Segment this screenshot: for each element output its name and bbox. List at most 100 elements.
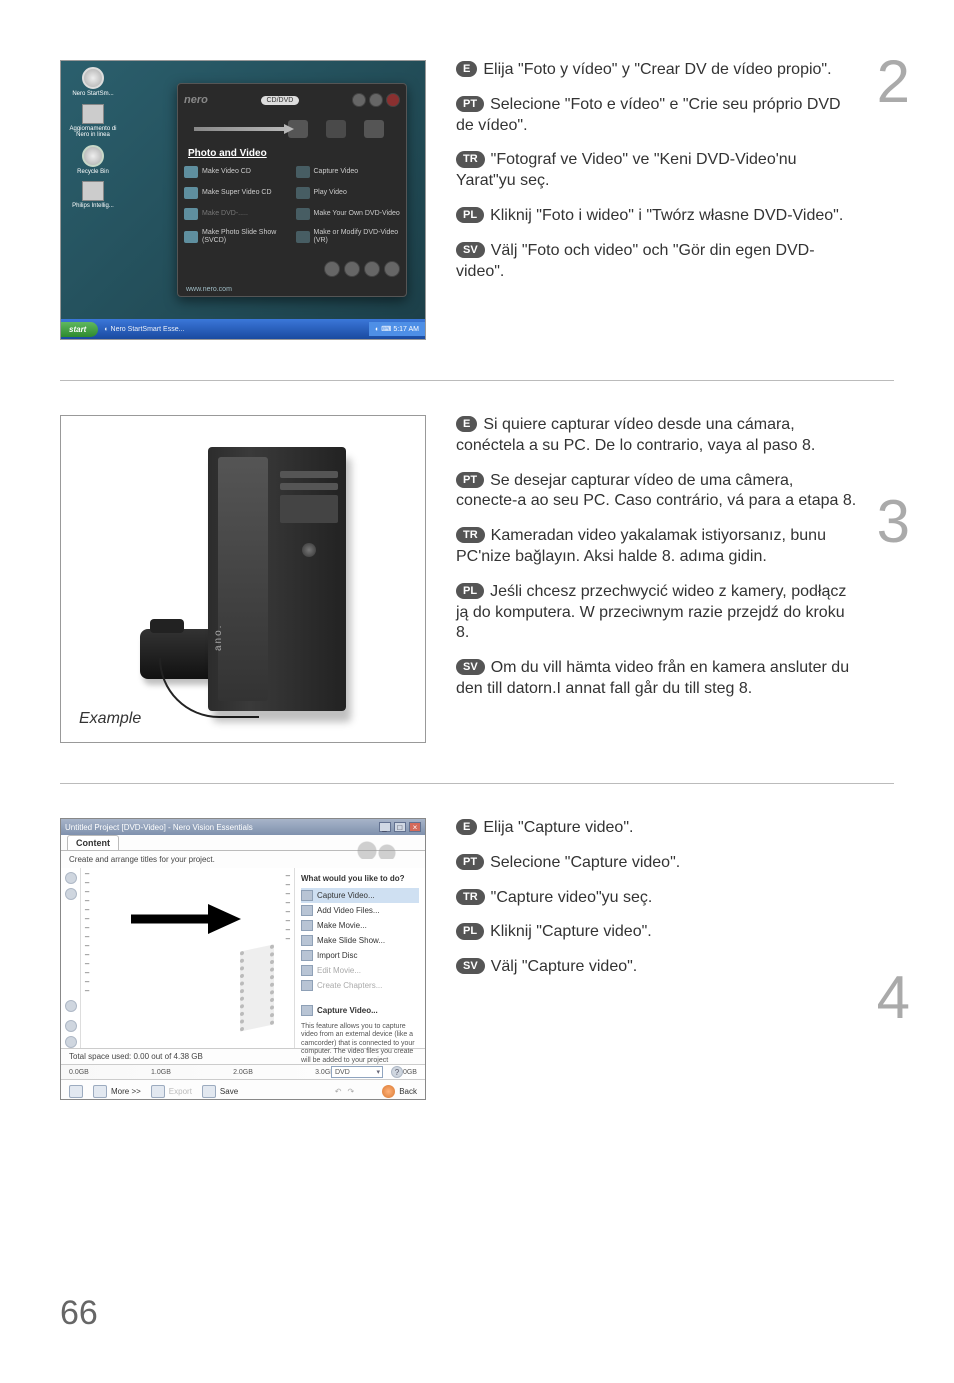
lang-pill-sv: SV <box>456 659 485 675</box>
lang-pill-pt: PT <box>456 472 484 488</box>
lang-pill-sv: SV <box>456 958 485 974</box>
menu-play-video[interactable]: Play Video <box>294 184 403 202</box>
space-scale: 0.0GB 1.0GB 2.0GB 3.0GB 4.0GB DVD ? <box>61 1064 425 1080</box>
redo-button[interactable]: ↷ <box>348 1087 355 1096</box>
window-titlebar: Untitled Project [DVD-Video] - Nero Visi… <box>61 819 425 835</box>
minimize-icon[interactable] <box>369 93 383 107</box>
section-title: Photo and Video <box>178 146 406 163</box>
menu-make-video-cd[interactable]: Make Video CD <box>182 163 291 181</box>
strip-icon[interactable] <box>65 1036 77 1048</box>
left-tool-strip <box>61 868 81 1048</box>
max-button[interactable]: □ <box>394 822 406 832</box>
separator-2 <box>60 783 894 784</box>
opt-import-disc[interactable]: Import Disc <box>301 948 419 963</box>
task-question: What would you like to do? <box>301 874 419 883</box>
step-2: Nero StartSm... Aggiornamento di Nero in… <box>60 60 894 340</box>
step-4-text: EElija "Capture video". PTSelecione "Cap… <box>456 818 894 992</box>
media-select[interactable]: DVD <box>331 1066 383 1078</box>
strip-icon[interactable] <box>65 888 77 900</box>
export-button: Export <box>151 1085 192 1098</box>
help-button[interactable]: ? <box>391 1066 403 1078</box>
page-number: 66 <box>60 1294 98 1333</box>
undo-button[interactable]: ↶ <box>335 1087 342 1096</box>
filmstrip-graphic <box>240 944 274 1031</box>
lang-pill-pl: PL <box>456 207 484 223</box>
nero-url[interactable]: www.nero.com <box>186 286 232 293</box>
strip-icon[interactable] <box>65 1000 77 1012</box>
step-4: Untitled Project [DVD-Video] - Nero Visi… <box>60 818 894 1100</box>
lang-pill-pt: PT <box>456 854 484 870</box>
content-area: ━━━━━━━━━━━━━━ ━━━━━━━━ <box>81 868 295 1048</box>
desktop-icon-update[interactable]: Aggiornamento di Nero in linea <box>67 104 119 139</box>
help-icon[interactable] <box>352 93 366 107</box>
step-number-2: 2 <box>877 52 910 112</box>
decorative-discs <box>349 839 419 859</box>
strip-icon[interactable] <box>65 1020 77 1032</box>
separator-1 <box>60 380 894 381</box>
menu-make-svcd[interactable]: Make Super Video CD <box>182 184 291 202</box>
opt-add-files[interactable]: Add Video Files... <box>301 903 419 918</box>
slideshow-icon <box>301 935 313 946</box>
menu-make-own-dvd[interactable]: Make Your Own DVD-Video <box>294 205 403 223</box>
desktop-icon-philips[interactable]: Philips Intellig... <box>67 181 119 210</box>
bottom-icon-1[interactable] <box>324 261 340 277</box>
menu-photo-slideshow[interactable]: Make Photo Slide Show (SVCD) <box>182 226 291 247</box>
save-icon <box>202 1085 216 1098</box>
step-2-screenshot: Nero StartSm... Aggiornamento di Nero in… <box>60 60 426 340</box>
category-tab-2[interactable] <box>326 120 346 138</box>
desktop-icon-nero[interactable]: Nero StartSm... <box>67 67 119 98</box>
step-number-3: 3 <box>877 492 910 552</box>
pc-tower-illustration: ano. <box>208 447 346 711</box>
bottom-icon-3[interactable] <box>364 261 380 277</box>
window-title: Untitled Project [DVD-Video] - Nero Visi… <box>65 823 253 832</box>
category-tab-1[interactable] <box>288 120 308 138</box>
chapter-icon <box>301 980 313 991</box>
menu-make-dvd[interactable]: Make DVD-..... <box>182 205 291 223</box>
opt-slideshow[interactable]: Make Slide Show... <box>301 933 419 948</box>
opt-make-movie[interactable]: Make Movie... <box>301 918 419 933</box>
back-icon <box>382 1085 395 1098</box>
edit-icon <box>301 965 313 976</box>
system-tray[interactable]: ◐ ⌨ 5:17 AM <box>369 322 425 336</box>
back-button[interactable]: Back <box>382 1085 417 1098</box>
lang-pill-tr: TR <box>456 527 485 543</box>
selected-option-header: Capture Video... <box>301 1003 419 1018</box>
menu-modify-dvd-vr[interactable]: Make or Modify DVD-Video (VR) <box>294 226 403 247</box>
nero-startsmart-window: nero CD/DVD Photo and Video Make Video C… <box>177 83 407 297</box>
menu-capture-video[interactable]: Capture Video <box>294 163 403 181</box>
start-button[interactable]: start <box>61 322 98 337</box>
opt-capture-video[interactable]: Capture Video... <box>301 888 419 903</box>
bottom-toolbar: More >> Export Save ↶ ↷ Back <box>61 1080 425 1102</box>
close-icon[interactable] <box>386 93 400 107</box>
lang-pill-pl: PL <box>456 923 484 939</box>
close-button[interactable]: × <box>409 822 421 832</box>
opt-edit-movie: Edit Movie... <box>301 963 419 978</box>
desktop-icon-recycle[interactable]: Recycle Bin <box>67 145 119 176</box>
media-type-pill[interactable]: CD/DVD <box>261 96 300 105</box>
more-button[interactable]: More >> <box>93 1085 141 1098</box>
example-caption: Example <box>79 710 141 728</box>
export-icon <box>151 1085 165 1098</box>
bottom-icon-2[interactable] <box>344 261 360 277</box>
camera-icon <box>301 1005 313 1016</box>
strip-icon[interactable] <box>65 872 77 884</box>
save-button[interactable]: Save <box>202 1085 238 1098</box>
step-3: ano. Example ESi quiere capturar vídeo d… <box>60 415 894 743</box>
camera-icon <box>301 890 313 901</box>
bottom-icon-4[interactable] <box>384 261 400 277</box>
info-button[interactable] <box>69 1085 83 1098</box>
step-number-4: 4 <box>877 968 910 1028</box>
step-3-illustration: ano. Example <box>60 415 426 743</box>
taskbar-app[interactable]: ◐ Nero StartSmart Esse... <box>104 326 369 333</box>
movie-icon <box>301 920 313 931</box>
lang-pill-e: E <box>456 416 477 432</box>
min-button[interactable]: _ <box>379 822 391 832</box>
tab-content[interactable]: Content <box>67 835 119 850</box>
highlight-arrow <box>194 124 294 134</box>
info-icon <box>69 1085 83 1098</box>
lang-pill-sv: SV <box>456 242 485 258</box>
category-tab-3[interactable] <box>364 120 384 138</box>
step-3-text: ESi quiere capturar vídeo desde una cáma… <box>456 415 894 714</box>
lang-pill-e: E <box>456 819 477 835</box>
more-icon <box>93 1085 107 1098</box>
